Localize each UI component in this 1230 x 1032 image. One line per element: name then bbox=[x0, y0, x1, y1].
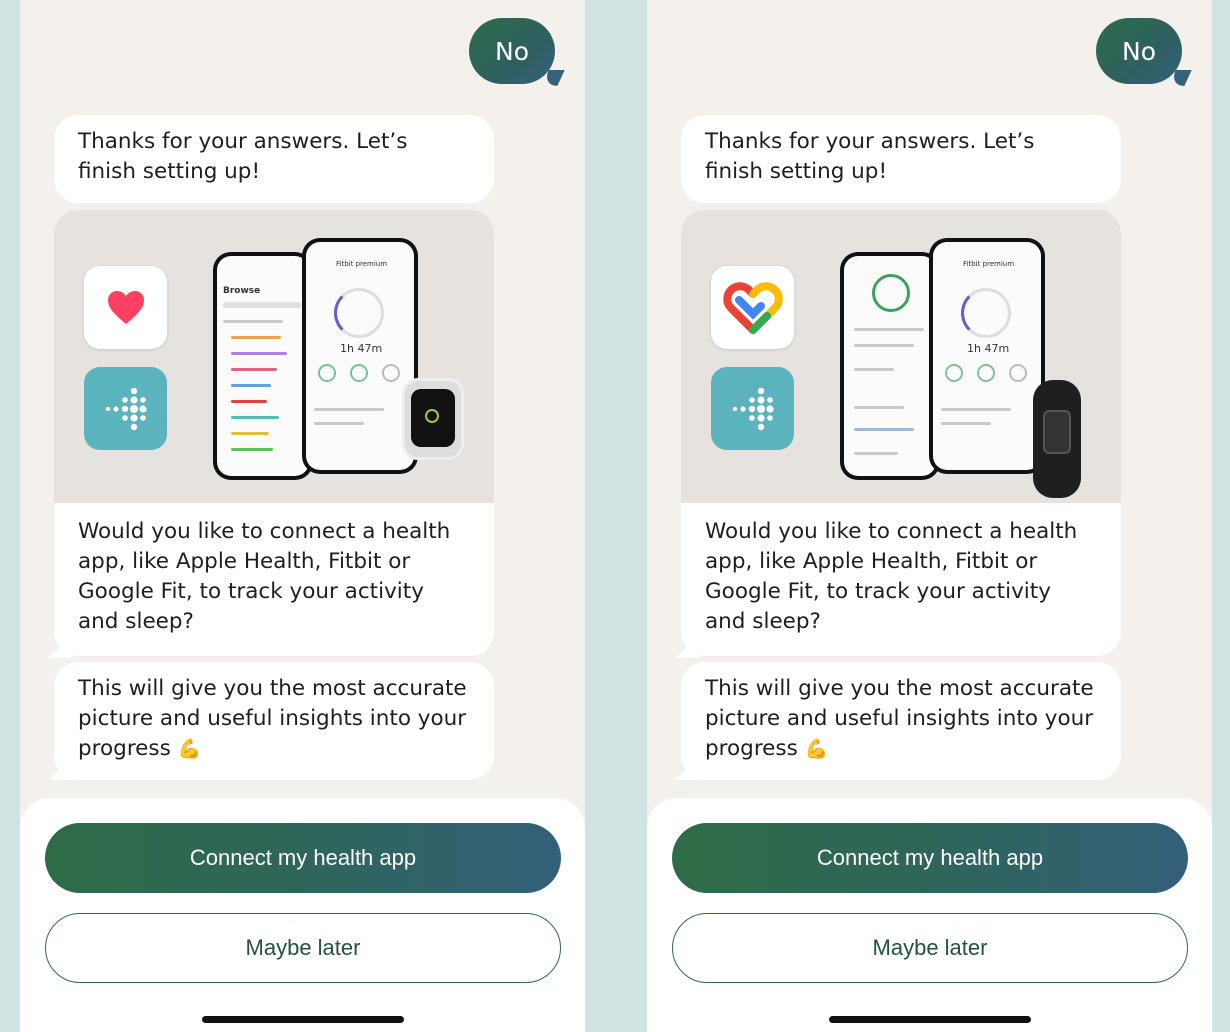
sleep-ring bbox=[334, 288, 384, 338]
fitness-band-device bbox=[1033, 380, 1081, 498]
fitbit-premium-label: Fitbit premium bbox=[336, 260, 388, 268]
sleep-ring bbox=[961, 288, 1011, 338]
bot-message-1-text: Thanks for your answers. Let’s finish se… bbox=[78, 129, 408, 184]
bot-message-3-text: This will give you the most accurate pic… bbox=[78, 676, 467, 761]
home-indicator[interactable] bbox=[202, 1016, 404, 1023]
bot-message-3-text: This will give you the most accurate pic… bbox=[705, 676, 1094, 761]
user-reply-bubble: No bbox=[1096, 18, 1182, 84]
bot-message-3: This will give you the most accurate pic… bbox=[681, 662, 1121, 780]
browse-title: Browse bbox=[223, 286, 261, 296]
home-indicator[interactable] bbox=[829, 1016, 1031, 1023]
apple-health-icon bbox=[84, 266, 167, 349]
bot-message-1-text: Thanks for your answers. Let’s finish se… bbox=[705, 129, 1035, 184]
flexed-biceps-emoji: 💪 bbox=[177, 738, 202, 760]
bot-message-3: This will give you the most accurate pic… bbox=[54, 662, 494, 780]
maybe-later-button[interactable]: Maybe later bbox=[45, 913, 561, 983]
bot-media-message: Browse Fitbit premium 1h 47m Would you l… bbox=[54, 210, 494, 656]
bot-media-message: Fitbit premium 1h 47m Would you like to … bbox=[681, 210, 1121, 656]
screen-right: No Thanks for your answers. Let’s finish… bbox=[647, 0, 1212, 1032]
action-sheet: Connect my health app Maybe later bbox=[20, 798, 585, 1032]
user-reply-text: No bbox=[495, 36, 529, 66]
phone-mockup-back bbox=[840, 252, 940, 480]
health-apps-illustration: Fitbit premium 1h 47m bbox=[681, 210, 1121, 503]
connect-health-app-button[interactable]: Connect my health app bbox=[45, 823, 561, 893]
flexed-biceps-emoji: 💪 bbox=[804, 738, 829, 760]
action-sheet: Connect my health app Maybe later bbox=[647, 798, 1212, 1032]
smartwatch-device bbox=[402, 378, 464, 460]
phone-mockup-back: Browse bbox=[213, 252, 313, 480]
bot-message-2-text: Would you like to connect a health app, … bbox=[705, 519, 1078, 634]
connect-health-app-button[interactable]: Connect my health app bbox=[672, 823, 1188, 893]
user-reply-bubble: No bbox=[469, 18, 555, 84]
health-apps-illustration: Browse Fitbit premium 1h 47m bbox=[54, 210, 494, 503]
maybe-later-button[interactable]: Maybe later bbox=[672, 913, 1188, 983]
phone-mockup-front: Fitbit premium 1h 47m bbox=[302, 238, 418, 474]
fitbit-icon bbox=[84, 367, 167, 450]
phone-mockup-front: Fitbit premium 1h 47m bbox=[929, 238, 1045, 474]
screen-left: No Thanks for your answers. Let’s finish… bbox=[20, 0, 585, 1032]
fitbit-premium-label: Fitbit premium bbox=[963, 260, 1015, 268]
goal-ring bbox=[872, 274, 910, 312]
fitbit-icon bbox=[711, 367, 794, 450]
user-reply-text: No bbox=[1122, 36, 1156, 66]
sleep-stat: 1h 47m bbox=[967, 342, 1010, 355]
google-fit-icon bbox=[711, 266, 794, 349]
sleep-stat: 1h 47m bbox=[340, 342, 383, 355]
bot-message-1: Thanks for your answers. Let’s finish se… bbox=[681, 115, 1121, 203]
bot-message-2-text: Would you like to connect a health app, … bbox=[78, 519, 451, 634]
bot-message-1: Thanks for your answers. Let’s finish se… bbox=[54, 115, 494, 203]
